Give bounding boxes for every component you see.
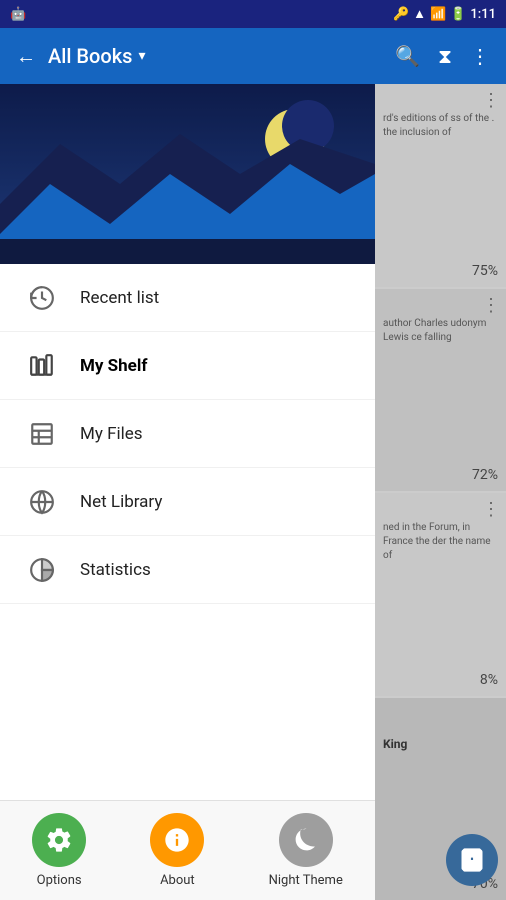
book-percent-1: 75% <box>472 263 498 279</box>
dropdown-icon[interactable]: ▾ <box>138 48 145 64</box>
sidebar-item-recent-list[interactable]: Recent list <box>0 264 375 332</box>
key-icon: 🔑 <box>393 7 409 22</box>
book-list-panel: ⋮ rd's editions of ss of the . the inclu… <box>375 84 506 900</box>
night-theme-icon-circle <box>279 813 333 867</box>
chart-icon <box>24 557 60 583</box>
history-icon <box>24 285 60 311</box>
battery-icon: 🔋 <box>450 7 466 22</box>
drawer-menu: Recent list My Shelf <box>0 264 375 800</box>
book-card-3: ⋮ ned in the Forum, in France the der th… <box>375 493 506 696</box>
night-scene <box>0 84 375 264</box>
recent-list-label: Recent list <box>80 288 159 308</box>
book-menu-1[interactable]: ⋮ <box>482 92 500 110</box>
net-library-label: Net Library <box>80 492 162 512</box>
book-text-3: ned in the Forum, in France the der the … <box>383 521 498 563</box>
night-theme-button[interactable]: Night Theme <box>269 813 343 888</box>
search-icon[interactable]: 🔍 <box>395 44 420 68</box>
sidebar-item-my-files[interactable]: My Files <box>0 400 375 468</box>
book-menu-3[interactable]: ⋮ <box>482 501 500 519</box>
my-files-label: My Files <box>80 424 143 444</box>
book-menu-2[interactable]: ⋮ <box>482 297 500 315</box>
options-label: Options <box>37 873 82 888</box>
sidebar-item-my-shelf[interactable]: My Shelf <box>0 332 375 400</box>
book-text-1: rd's editions of ss of the . the inclusi… <box>383 112 498 140</box>
toolbar-actions: 🔍 ⧗ ⋮ <box>395 44 490 68</box>
shelf-icon <box>24 353 60 379</box>
status-bar-left: 🤖 <box>10 7 26 22</box>
globe-icon <box>24 489 60 515</box>
wifi-icon: ▲ <box>413 6 426 22</box>
toolbar-title: All Books ▾ <box>48 44 383 68</box>
time-display: 1:11 <box>470 7 496 22</box>
night-theme-label: Night Theme <box>269 873 343 888</box>
sidebar-item-statistics[interactable]: Statistics <box>0 536 375 604</box>
book-text-2: author Charles udonym Lewis ce falling <box>383 317 498 345</box>
options-button[interactable]: Options <box>32 813 86 888</box>
status-bar-right: 🔑 ▲ 📶 🔋 1:11 <box>393 6 496 22</box>
book-card-1: ⋮ rd's editions of ss of the . the inclu… <box>375 84 506 287</box>
more-icon[interactable]: ⋮ <box>470 44 490 68</box>
back-button[interactable]: ← <box>16 44 36 69</box>
statistics-label: Statistics <box>80 560 151 580</box>
main-area: Recent list My Shelf <box>0 84 506 900</box>
status-bar: 🤖 🔑 ▲ 📶 🔋 1:11 <box>0 0 506 28</box>
book-text-4: King <box>383 736 498 753</box>
right-panel-overlay: ⋮ rd's editions of ss of the . the inclu… <box>375 84 506 900</box>
about-button[interactable]: About <box>150 813 204 888</box>
toolbar: ← All Books ▾ 🔍 ⧗ ⋮ <box>0 28 506 84</box>
sidebar-item-net-library[interactable]: Net Library <box>0 468 375 536</box>
book-card-2: ⋮ author Charles udonym Lewis ce falling… <box>375 289 506 492</box>
my-shelf-label: My Shelf <box>80 356 147 376</box>
drawer: Recent list My Shelf <box>0 84 375 900</box>
drawer-bottom: Options About Night Theme <box>0 800 375 900</box>
about-label: About <box>160 873 195 888</box>
fab-button[interactable] <box>446 834 498 886</box>
about-icon-circle <box>150 813 204 867</box>
filter-icon[interactable]: ⧗ <box>438 44 452 68</box>
book-percent-3: 8% <box>480 672 498 688</box>
files-icon <box>24 421 60 447</box>
drawer-header <box>0 84 375 264</box>
signal-icon: 📶 <box>430 7 446 22</box>
book-percent-2: 72% <box>472 467 498 483</box>
options-icon-circle <box>32 813 86 867</box>
android-icon: 🤖 <box>10 7 26 22</box>
